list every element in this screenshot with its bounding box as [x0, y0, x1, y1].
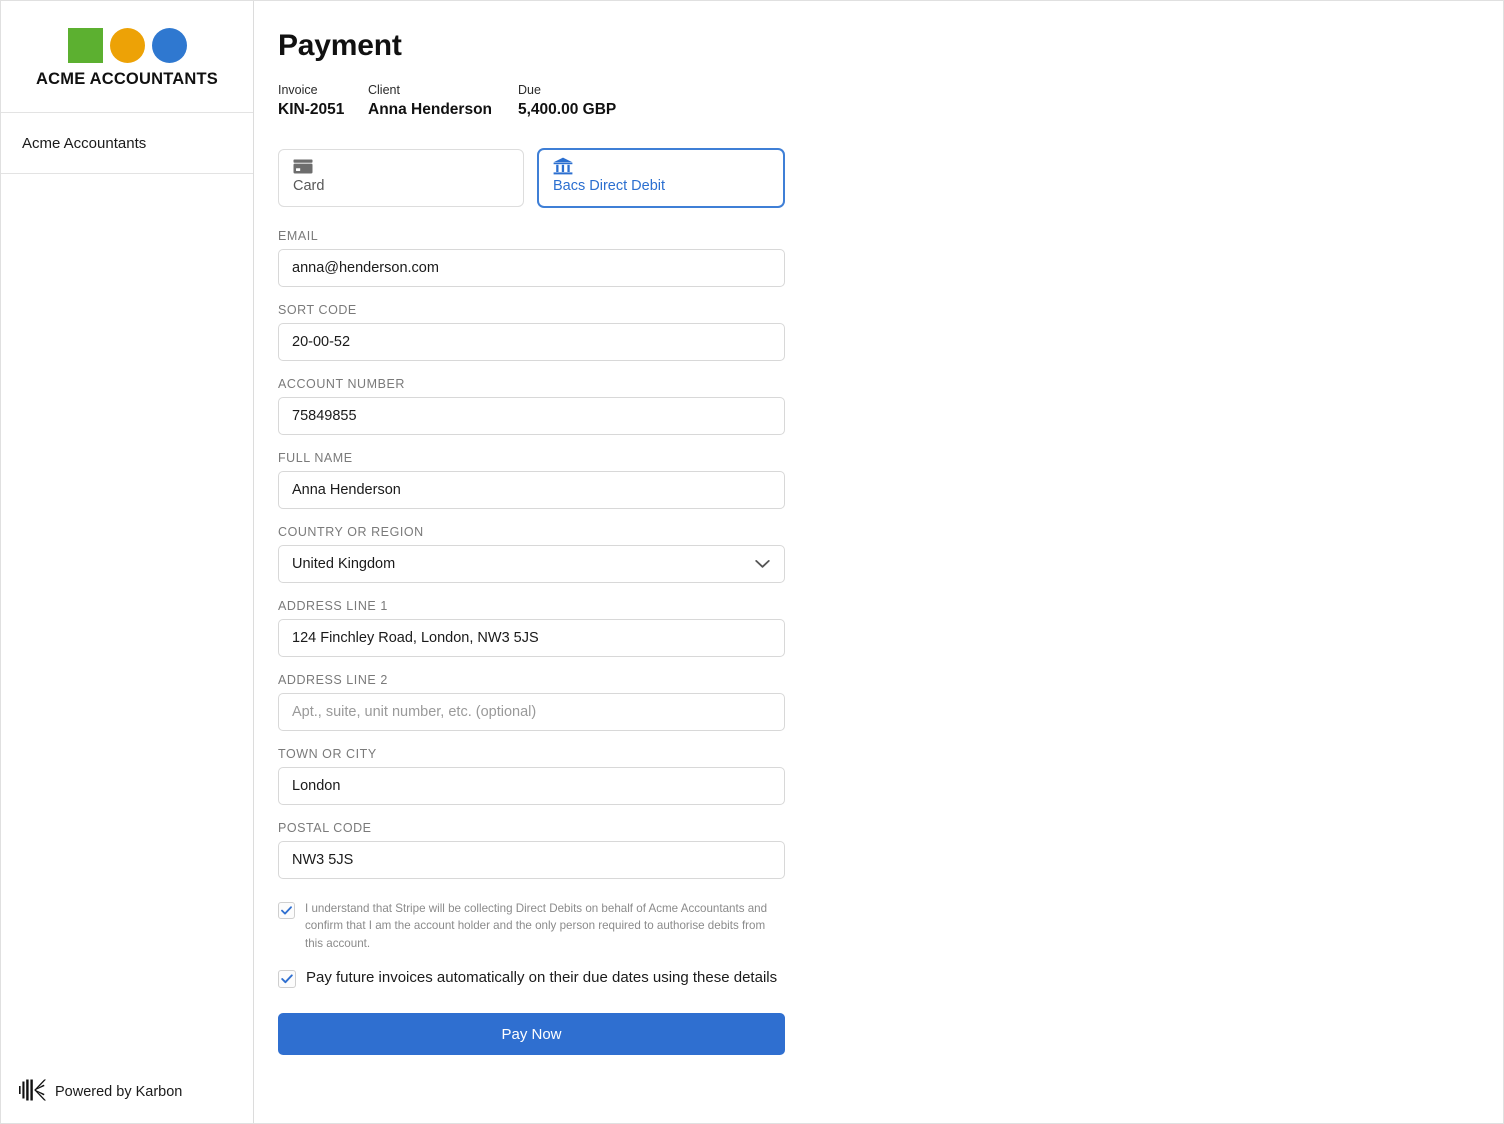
chevron-down-icon — [755, 560, 770, 569]
address-line-2-input[interactable]: Apt., suite, unit number, etc. (optional… — [278, 693, 785, 731]
summary-item-invoice: Invoice KIN-2051 — [278, 83, 368, 119]
label-address-line-2: ADDRESS LINE 2 — [278, 673, 785, 687]
payment-page: ACME ACCOUNTANTS Acme Accountants — [0, 0, 1504, 1124]
payment-method-bacs-direct-debit[interactable]: Bacs Direct Debit — [538, 149, 784, 207]
mandate-consent-text: I understand that Stripe will be collect… — [305, 900, 783, 952]
payment-method-tabs: Card Bacs Direct Debit — [278, 149, 785, 207]
organization-name: Acme Accountants — [22, 135, 146, 152]
summary-label-due: Due — [518, 83, 616, 97]
payment-method-bacs-label: Bacs Direct Debit — [553, 178, 771, 194]
summary-label-client: Client — [368, 83, 518, 97]
full-name-input[interactable]: Anna Henderson — [278, 471, 785, 509]
payment-form-panel: Payment Invoice KIN-2051 Client Anna Hen… — [254, 1, 1503, 1123]
karbon-icon — [19, 1079, 46, 1106]
logo-square-icon — [68, 28, 103, 63]
logo-circle-orange-icon — [110, 28, 145, 63]
field-account-number: ACCOUNT NUMBER 75849855 — [278, 377, 785, 435]
sidebar: ACME ACCOUNTANTS Acme Accountants — [1, 1, 254, 1123]
page-title: Payment — [278, 29, 785, 63]
bank-icon — [553, 157, 771, 175]
label-postal-code: POSTAL CODE — [278, 821, 785, 835]
pay-now-button[interactable]: Pay Now — [278, 1013, 785, 1055]
country-select-value: United Kingdom — [292, 556, 395, 572]
label-full-name: FULL NAME — [278, 451, 785, 465]
credit-card-icon — [293, 157, 511, 175]
field-sort-code: SORT CODE 20-00-52 — [278, 303, 785, 361]
brand-logo — [68, 28, 187, 63]
email-input[interactable]: anna@henderson.com — [278, 249, 785, 287]
summary-value-due: 5,400.00 GBP — [518, 101, 616, 119]
label-account-number: ACCOUNT NUMBER — [278, 377, 785, 391]
field-address-line-2: ADDRESS LINE 2 Apt., suite, unit number,… — [278, 673, 785, 731]
town-or-city-input[interactable]: London — [278, 767, 785, 805]
payment-method-card-label: Card — [293, 178, 511, 194]
label-country-or-region: COUNTRY OR REGION — [278, 525, 785, 539]
autopay-label: Pay future invoices automatically on the… — [306, 969, 777, 988]
summary-value-invoice: KIN-2051 — [278, 101, 368, 119]
sidebar-footer: Powered by Karbon — [1, 1061, 253, 1123]
autopay-checkbox[interactable] — [278, 970, 296, 988]
field-town-or-city: TOWN OR CITY London — [278, 747, 785, 805]
summary-item-client: Client Anna Henderson — [368, 83, 518, 119]
invoice-summary: Invoice KIN-2051 Client Anna Henderson D… — [278, 83, 785, 119]
field-email: EMAIL anna@henderson.com — [278, 229, 785, 287]
address-line-1-input[interactable]: 124 Finchley Road, London, NW3 5JS — [278, 619, 785, 657]
logo-circle-blue-icon — [152, 28, 187, 63]
autopay-row: Pay future invoices automatically on the… — [278, 969, 785, 988]
summary-label-invoice: Invoice — [278, 83, 368, 97]
field-country-or-region: COUNTRY OR REGION United Kingdom — [278, 525, 785, 583]
field-address-line-1: ADDRESS LINE 1 124 Finchley Road, London… — [278, 599, 785, 657]
summary-value-client: Anna Henderson — [368, 101, 518, 119]
sidebar-item-organization[interactable]: Acme Accountants — [1, 113, 253, 174]
label-address-line-1: ADDRESS LINE 1 — [278, 599, 785, 613]
country-select[interactable]: United Kingdom — [278, 545, 785, 583]
postal-code-input[interactable]: NW3 5JS — [278, 841, 785, 879]
payment-method-card[interactable]: Card — [278, 149, 524, 207]
consent-section: I understand that Stripe will be collect… — [278, 900, 785, 988]
summary-item-due: Due 5,400.00 GBP — [518, 83, 616, 119]
powered-by-label: Powered by Karbon — [55, 1084, 182, 1100]
brand-name: ACME ACCOUNTANTS — [36, 70, 218, 89]
account-number-input[interactable]: 75849855 — [278, 397, 785, 435]
label-town-or-city: TOWN OR CITY — [278, 747, 785, 761]
brand-block: ACME ACCOUNTANTS — [1, 1, 253, 113]
mandate-checkbox[interactable] — [278, 902, 295, 919]
field-full-name: FULL NAME Anna Henderson — [278, 451, 785, 509]
label-email: EMAIL — [278, 229, 785, 243]
sort-code-input[interactable]: 20-00-52 — [278, 323, 785, 361]
label-sort-code: SORT CODE — [278, 303, 785, 317]
field-postal-code: POSTAL CODE NW3 5JS — [278, 821, 785, 879]
mandate-consent-row: I understand that Stripe will be collect… — [278, 900, 785, 952]
